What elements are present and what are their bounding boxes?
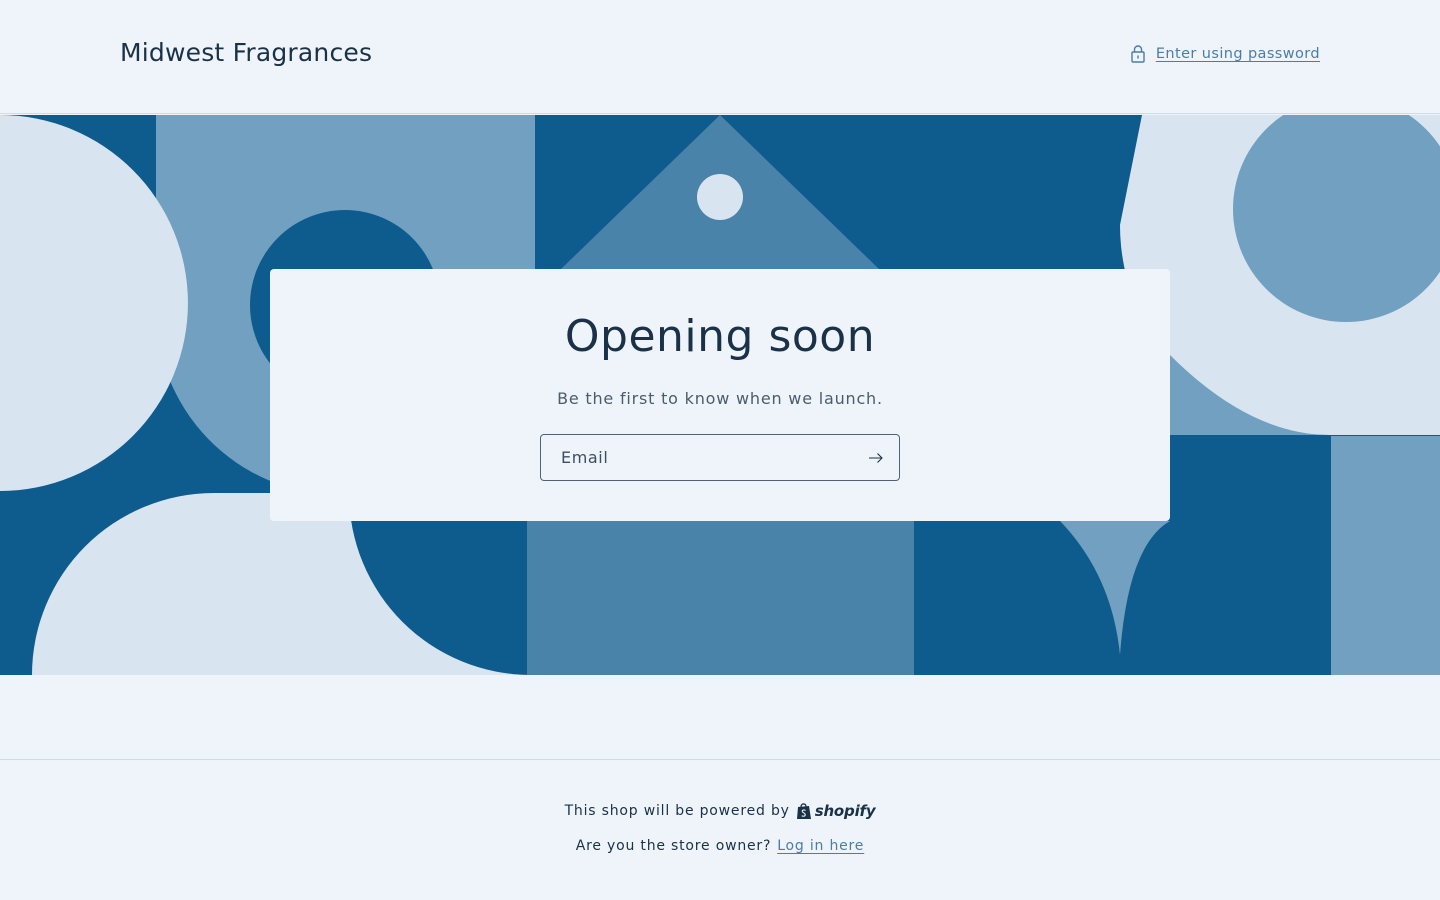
store-owner-line: Are you the store owner? Log in here [0, 838, 1440, 854]
subscribe-button[interactable] [853, 435, 899, 480]
opening-soon-card: Opening soon Be the first to know when w… [270, 269, 1170, 521]
enter-password-link[interactable]: Enter using password [1130, 44, 1320, 64]
email-form [540, 434, 900, 481]
email-input[interactable] [541, 435, 853, 480]
page-title: Opening soon [564, 311, 876, 362]
header: Midwest Fragrances Enter using password [0, 0, 1440, 114]
login-link[interactable]: Log in here [777, 838, 864, 854]
shopify-logo[interactable]: shopify [796, 802, 876, 820]
store-name[interactable]: Midwest Fragrances [120, 38, 372, 67]
enter-password-label: Enter using password [1155, 46, 1320, 62]
lock-icon [1130, 44, 1146, 64]
footer: This shop will be powered by shopify Are… [0, 759, 1440, 900]
owner-prompt: Are you the store owner? [575, 838, 772, 854]
shopify-bag-icon [796, 803, 811, 819]
powered-by: This shop will be powered by shopify [0, 802, 1440, 820]
shopify-logo-text: shopify [814, 802, 876, 820]
arrow-right-icon [869, 452, 883, 463]
powered-by-text: This shop will be powered by [564, 803, 790, 819]
page-subtitle: Be the first to know when we launch. [557, 389, 883, 408]
